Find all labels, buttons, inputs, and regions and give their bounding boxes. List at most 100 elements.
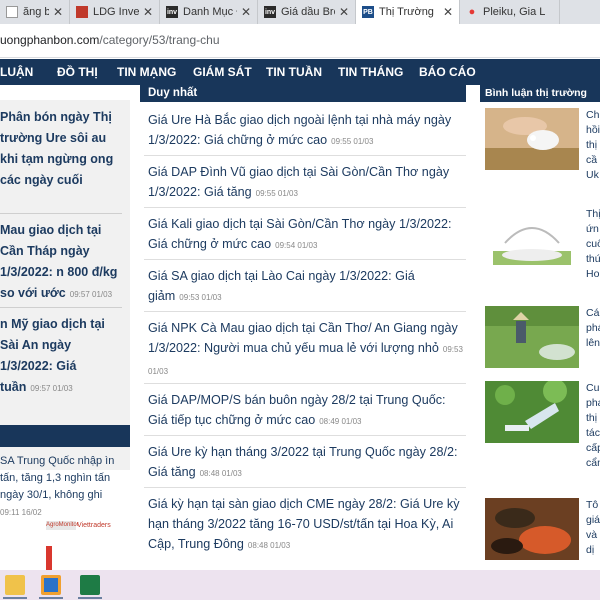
- right-article-snippet[interactable]: Cu pha thị tác cấp cẩn: [586, 381, 600, 471]
- snippet-line: dị: [586, 544, 595, 556]
- timestamp: 09:53 01/03: [179, 293, 222, 302]
- left-news-item[interactable]: Mau giao dịch tại Cần Tháp ngày 1/3/2022…: [0, 220, 122, 305]
- tab-2[interactable]: inv Danh Mục Đ ✕: [160, 0, 258, 24]
- ldg-icon: [76, 6, 88, 18]
- tab-5[interactable]: ● Pleiku, Gia L: [460, 0, 560, 24]
- right-article-snippet[interactable]: Cá phá lên: [586, 306, 600, 351]
- snippet-line: pha: [586, 397, 600, 409]
- news-title[interactable]: Giá Ure Hà Bắc giao dịch ngoài lệnh tại …: [148, 113, 451, 147]
- divider: [144, 207, 466, 208]
- timestamp: 09:57 01/03: [30, 384, 73, 393]
- article-thumbnail-fertilizer-hand[interactable]: [485, 108, 579, 170]
- left-news-title: Mau giao dịch tại Cần Tháp ngày 1/3/2022…: [0, 223, 118, 300]
- article-thumbnail-garden-trowel[interactable]: [485, 381, 579, 443]
- viettraders-logo: Viettraders: [77, 522, 111, 529]
- snippet-line: cầ: [586, 154, 598, 166]
- file-explorer-icon[interactable]: [5, 575, 25, 595]
- site-nav-bar: LUẬN ĐỒ THỊ TIN MẠNG GIÁM SÁT TIN TUẦN T…: [0, 59, 600, 85]
- snippet-line: Tô: [586, 499, 599, 511]
- url-text[interactable]: uongphanbon.com/category/53/trang-chu: [0, 33, 220, 47]
- snippet-line: ứn: [586, 223, 599, 235]
- snippet-line: và: [586, 529, 598, 541]
- divider: [144, 487, 466, 488]
- nav-item-do-thi[interactable]: ĐỒ THỊ: [57, 65, 98, 79]
- left-section-header: [0, 425, 130, 447]
- inv-icon: inv: [166, 6, 178, 18]
- news-item[interactable]: Giá DAP/MOP/S bán buôn ngày 28/2 tại Tru…: [148, 390, 466, 432]
- timestamp: 09:55 01/03: [255, 189, 298, 198]
- news-item[interactable]: Giá kỳ hạn tại sàn giao dịch CME ngày 28…: [148, 494, 466, 556]
- divider: [144, 311, 466, 312]
- news-title[interactable]: Giá kỳ hạn tại sàn giao dịch CME ngày 28…: [148, 497, 460, 551]
- left-news-item[interactable]: n Mỹ giao dịch tại Sài An ngày 1/3/2022:…: [0, 314, 122, 399]
- nav-item-giam-sat[interactable]: GIÁM SÁT: [193, 65, 252, 79]
- tab-title: LDG Investr: [93, 6, 139, 18]
- tab-0[interactable]: ăng bài ✕: [0, 0, 70, 24]
- snippet-line: cấp: [586, 442, 600, 454]
- main-column: Duy nhất Giá Ure Hà Bắc giao dịch ngoài …: [140, 85, 466, 570]
- news-item[interactable]: Giá SA giao dịch tại Lào Cai ngày 1/3/20…: [148, 266, 466, 308]
- divider: [144, 383, 466, 384]
- close-icon[interactable]: ✕: [241, 5, 251, 19]
- nav-item-bao-cao[interactable]: BÁO CÁO: [419, 65, 476, 79]
- left-news-title: n Mỹ giao dịch tại Sài An ngày 1/3/2022:…: [0, 317, 105, 394]
- divider: [0, 213, 122, 214]
- snippet-line: hồi: [586, 124, 600, 136]
- taskbar-active-indicator: [78, 597, 102, 599]
- taskbar-active-indicator: [3, 597, 27, 599]
- news-item[interactable]: Giá Kali giao dịch tại Sài Gòn/Cần Thơ n…: [148, 214, 466, 256]
- news-title[interactable]: Giá DAP Đình Vũ giao dịch tại Sài Gòn/Cầ…: [148, 165, 449, 199]
- snippet-line: tác: [586, 427, 600, 439]
- section-header-duy-nhat: Duy nhất: [140, 85, 466, 102]
- divider: [144, 435, 466, 436]
- divider: [0, 307, 122, 308]
- snippet-line: phá: [586, 322, 600, 334]
- timestamp: 09:57 01/03: [69, 290, 113, 299]
- left-small-news[interactable]: SA Trung Quốc nhập ìn tấn, tăng 1,3 nghì…: [0, 453, 122, 521]
- outlook-icon[interactable]: [41, 575, 61, 595]
- tab-title: Danh Mục Đ: [183, 6, 237, 18]
- article-thumbnail-farmer-field[interactable]: [485, 306, 579, 368]
- article-thumbnail-white-bowl[interactable]: [485, 207, 579, 269]
- right-article-snippet[interactable]: Ch hồi thị cầ Uk: [586, 108, 600, 183]
- snippet-line: thứ: [586, 253, 600, 265]
- nav-item-tin-mang[interactable]: TIN MẠNG: [117, 65, 176, 79]
- right-article-snippet[interactable]: Tô giá và dị: [586, 498, 600, 558]
- news-title[interactable]: Giá DAP/MOP/S bán buôn ngày 28/2 tại Tru…: [148, 393, 446, 427]
- nav-item-tin-tuan[interactable]: TIN TUẦN: [266, 65, 322, 79]
- news-item[interactable]: Giá Ure Hà Bắc giao dịch ngoài lệnh tại …: [148, 110, 466, 152]
- tab-title: Pleiku, Gia L: [483, 6, 546, 18]
- article-thumbnail-spices[interactable]: [485, 498, 579, 560]
- right-article-snippet[interactable]: Thị ứn cuố thứ Ho: [586, 207, 600, 282]
- timestamp: 09:55 01/03: [331, 137, 374, 146]
- tab-4-active[interactable]: PB Thị Trường ✕: [356, 0, 460, 24]
- close-icon[interactable]: ✕: [143, 5, 153, 19]
- nav-item-luan[interactable]: LUẬN: [0, 65, 33, 79]
- agromonitor-logo: AgroMonitor: [46, 521, 79, 530]
- news-item[interactable]: Giá NPK Cà Mau giao dịch tại Cần Thơ/ An…: [148, 318, 466, 382]
- news-item[interactable]: Giá Ure kỳ hạn tháng 3/2022 tại Trung Qu…: [148, 442, 466, 484]
- timestamp: 08:48 01/03: [199, 469, 242, 478]
- close-icon[interactable]: ✕: [53, 5, 63, 19]
- snippet-line: giá: [586, 514, 600, 526]
- taskbar-active-indicator: [39, 597, 63, 599]
- snippet-line: Cá: [586, 307, 600, 319]
- close-icon[interactable]: ✕: [443, 5, 453, 19]
- news-item[interactable]: Giá DAP Đình Vũ giao dịch tại Sài Gòn/Cầ…: [148, 162, 466, 204]
- maps-pin-icon: ●: [468, 6, 476, 18]
- snippet-line: cẩn: [586, 457, 600, 469]
- news-title[interactable]: Giá NPK Cà Mau giao dịch tại Cần Thơ/ An…: [148, 321, 458, 355]
- excel-icon[interactable]: [80, 575, 100, 595]
- tab-title: Giá dầu Bre: [281, 6, 335, 18]
- close-icon[interactable]: ✕: [339, 5, 349, 19]
- os-taskbar: [0, 570, 600, 600]
- tab-1[interactable]: LDG Investr ✕: [70, 0, 160, 24]
- tab-3[interactable]: inv Giá dầu Bre ✕: [258, 0, 356, 24]
- news-title[interactable]: Giá Ure kỳ hạn tháng 3/2022 tại Trung Qu…: [148, 445, 457, 479]
- red-banner: [46, 546, 52, 570]
- address-bar[interactable]: uongphanbon.com/category/53/trang-chu: [0, 24, 600, 58]
- left-news-item[interactable]: Phân bón ngày Thị trường Ure sôi au khi …: [0, 107, 122, 191]
- snippet-line: Ch: [586, 109, 600, 121]
- timestamp: 08:48 01/03: [247, 541, 291, 550]
- nav-item-tin-thang[interactable]: TIN THÁNG: [338, 65, 403, 79]
